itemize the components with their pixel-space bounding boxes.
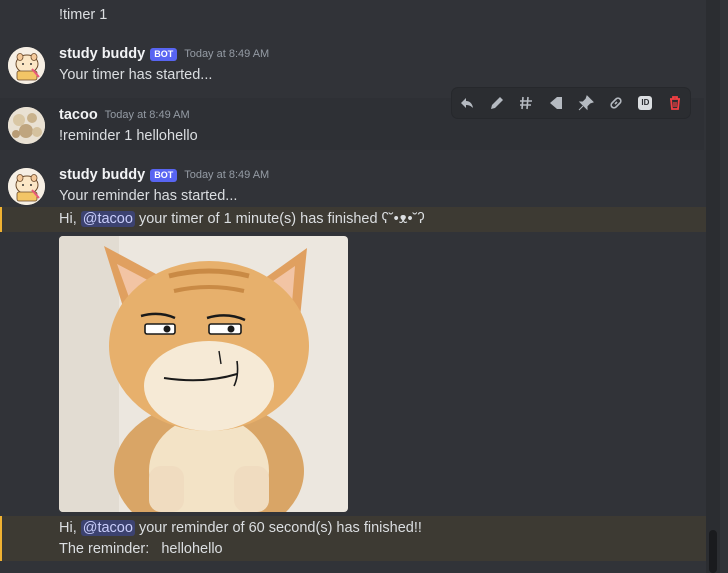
avatar[interactable] <box>8 107 45 144</box>
copy-link-button[interactable] <box>605 92 627 114</box>
message-text: !timer 1 <box>59 7 108 23</box>
user-mention[interactable]: @tacoo <box>80 211 135 227</box>
user-mention[interactable]: @tacoo <box>80 520 135 536</box>
bot-badge: BOT <box>150 168 178 182</box>
author-name[interactable]: tacoo <box>59 107 98 123</box>
author-name[interactable]: study buddy <box>59 46 145 62</box>
message-header: study buddy BOT Today at 8:49 AM <box>59 46 269 62</box>
pin-button[interactable] <box>575 92 597 114</box>
message-text: !reminder 1 hellohello <box>59 128 198 144</box>
timestamp[interactable]: Today at 8:49 AM <box>184 48 269 60</box>
message-text: Hi, <box>59 211 81 227</box>
copy-id-button[interactable]: ID <box>634 92 656 114</box>
apps-button[interactable] <box>545 92 567 114</box>
bot-avatar-icon <box>8 47 45 84</box>
avatar[interactable] <box>8 168 45 205</box>
avatar[interactable] <box>8 47 45 84</box>
bot-badge: BOT <box>150 47 178 61</box>
message-text: your reminder of 60 second(s) has finish… <box>134 520 422 536</box>
reply-icon <box>460 98 473 108</box>
reminder-content-text: The reminder: hellohello <box>59 541 223 557</box>
edit-icon <box>490 97 503 109</box>
id-icon: ID <box>638 96 653 110</box>
delete-button[interactable] <box>664 92 686 114</box>
pin-icon <box>578 95 594 111</box>
timestamp[interactable]: Today at 8:49 AM <box>105 109 190 121</box>
message-header: study buddy BOT Today at 8:49 AM <box>59 167 269 183</box>
link-icon <box>610 97 622 109</box>
message-text: Your reminder has started... <box>59 188 238 204</box>
reminder-finished-text: Hi, @tacoo your reminder of 60 second(s)… <box>59 520 422 536</box>
message-header: tacoo Today at 8:49 AM <box>59 107 190 123</box>
message-text: your timer of 1 minute(s) has finished ʕ… <box>134 211 425 227</box>
scrollbar-track[interactable] <box>706 0 720 573</box>
message-text: Hi, <box>59 520 81 536</box>
message-toolbar: ID <box>452 88 690 118</box>
message-text: Your timer has started... <box>59 67 213 83</box>
trash-icon <box>670 96 681 110</box>
user-avatar-icon <box>8 107 45 144</box>
author-name[interactable]: study buddy <box>59 167 145 183</box>
timestamp[interactable]: Today at 8:49 AM <box>184 169 269 181</box>
image-attachment[interactable] <box>59 236 348 512</box>
scrollbar-thumb[interactable] <box>709 530 717 573</box>
create-thread-button[interactable] <box>515 92 537 114</box>
cat-meme-image <box>59 236 348 512</box>
tag-icon <box>550 97 563 109</box>
edit-button[interactable] <box>486 92 508 114</box>
reply-button[interactable] <box>456 92 478 114</box>
bot-avatar-icon <box>8 168 45 205</box>
timer-finished-text: Hi, @tacoo your timer of 1 minute(s) has… <box>59 211 425 227</box>
thread-icon <box>520 96 533 110</box>
